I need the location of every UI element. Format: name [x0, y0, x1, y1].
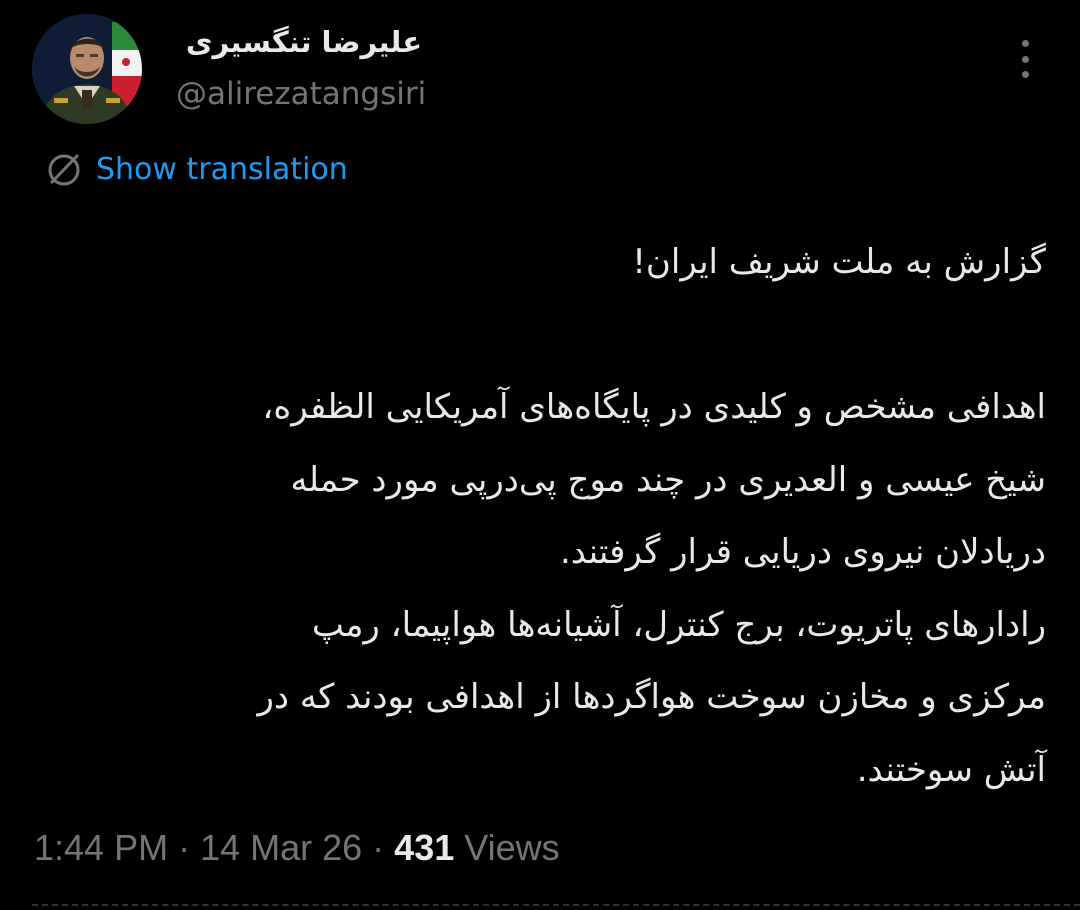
- more-dot: [1021, 55, 1029, 63]
- divider: [32, 904, 1080, 906]
- tweet-text-blank-line: [40, 299, 1046, 372]
- profile-photo-with-iran-flag-icon: [32, 14, 142, 124]
- views-count[interactable]: 431: [394, 827, 454, 868]
- tweet-time[interactable]: 1:44 PM: [34, 827, 168, 868]
- tweet-text-line: گزارش به ملت شریف ایران!: [632, 242, 1046, 282]
- views-label: Views: [464, 827, 560, 868]
- show-translation-label: Show translation: [96, 152, 348, 187]
- meta-separator: ·: [178, 827, 191, 868]
- author-handle[interactable]: @alirezatangsiri: [176, 74, 426, 114]
- meta-separator: ·: [372, 827, 385, 868]
- tweet-text-line: شیخ عیسی و العدیری در چند موج پی‌درپی مو…: [290, 459, 1046, 500]
- tweet-meta: 1:44 PM · 14 Mar 26 · 431 Views: [34, 826, 560, 870]
- tweet-text: گزارش به ملت شریف ایران! اهدافی مشخص و ک…: [40, 226, 1046, 806]
- more-dot: [1021, 40, 1029, 47]
- tweet-date[interactable]: 14 Mar 26: [200, 827, 362, 868]
- tweet-text-line: آتش سوختند.: [856, 749, 1046, 790]
- tweet-text-line: اهدافی مشخص و کلیدی در پایگاه‌های آمریکا…: [262, 387, 1046, 427]
- translate-globe-icon: [48, 154, 80, 186]
- tweet-text-line: دریادلان نیروی دریایی قرار گرفتند.: [559, 532, 1046, 572]
- tweet-text-line: مرکزی و مخازن سوخت هواگردها از اهدافی بو…: [257, 677, 1046, 717]
- show-translation-link[interactable]: Show translation: [44, 148, 348, 192]
- tweet-text-line: رادارهای پاتریوت، برج کنترل، آشیانه‌ها ه…: [311, 604, 1046, 645]
- author-display-name[interactable]: علیرضا تنگسیری: [176, 22, 422, 62]
- avatar[interactable]: [32, 14, 142, 124]
- more-dot: [1021, 71, 1029, 78]
- more-vertical-icon[interactable]: [1008, 36, 1042, 82]
- tweet-container: علیرضا تنگسیری @alirezatangsiri Show tra…: [0, 0, 1080, 910]
